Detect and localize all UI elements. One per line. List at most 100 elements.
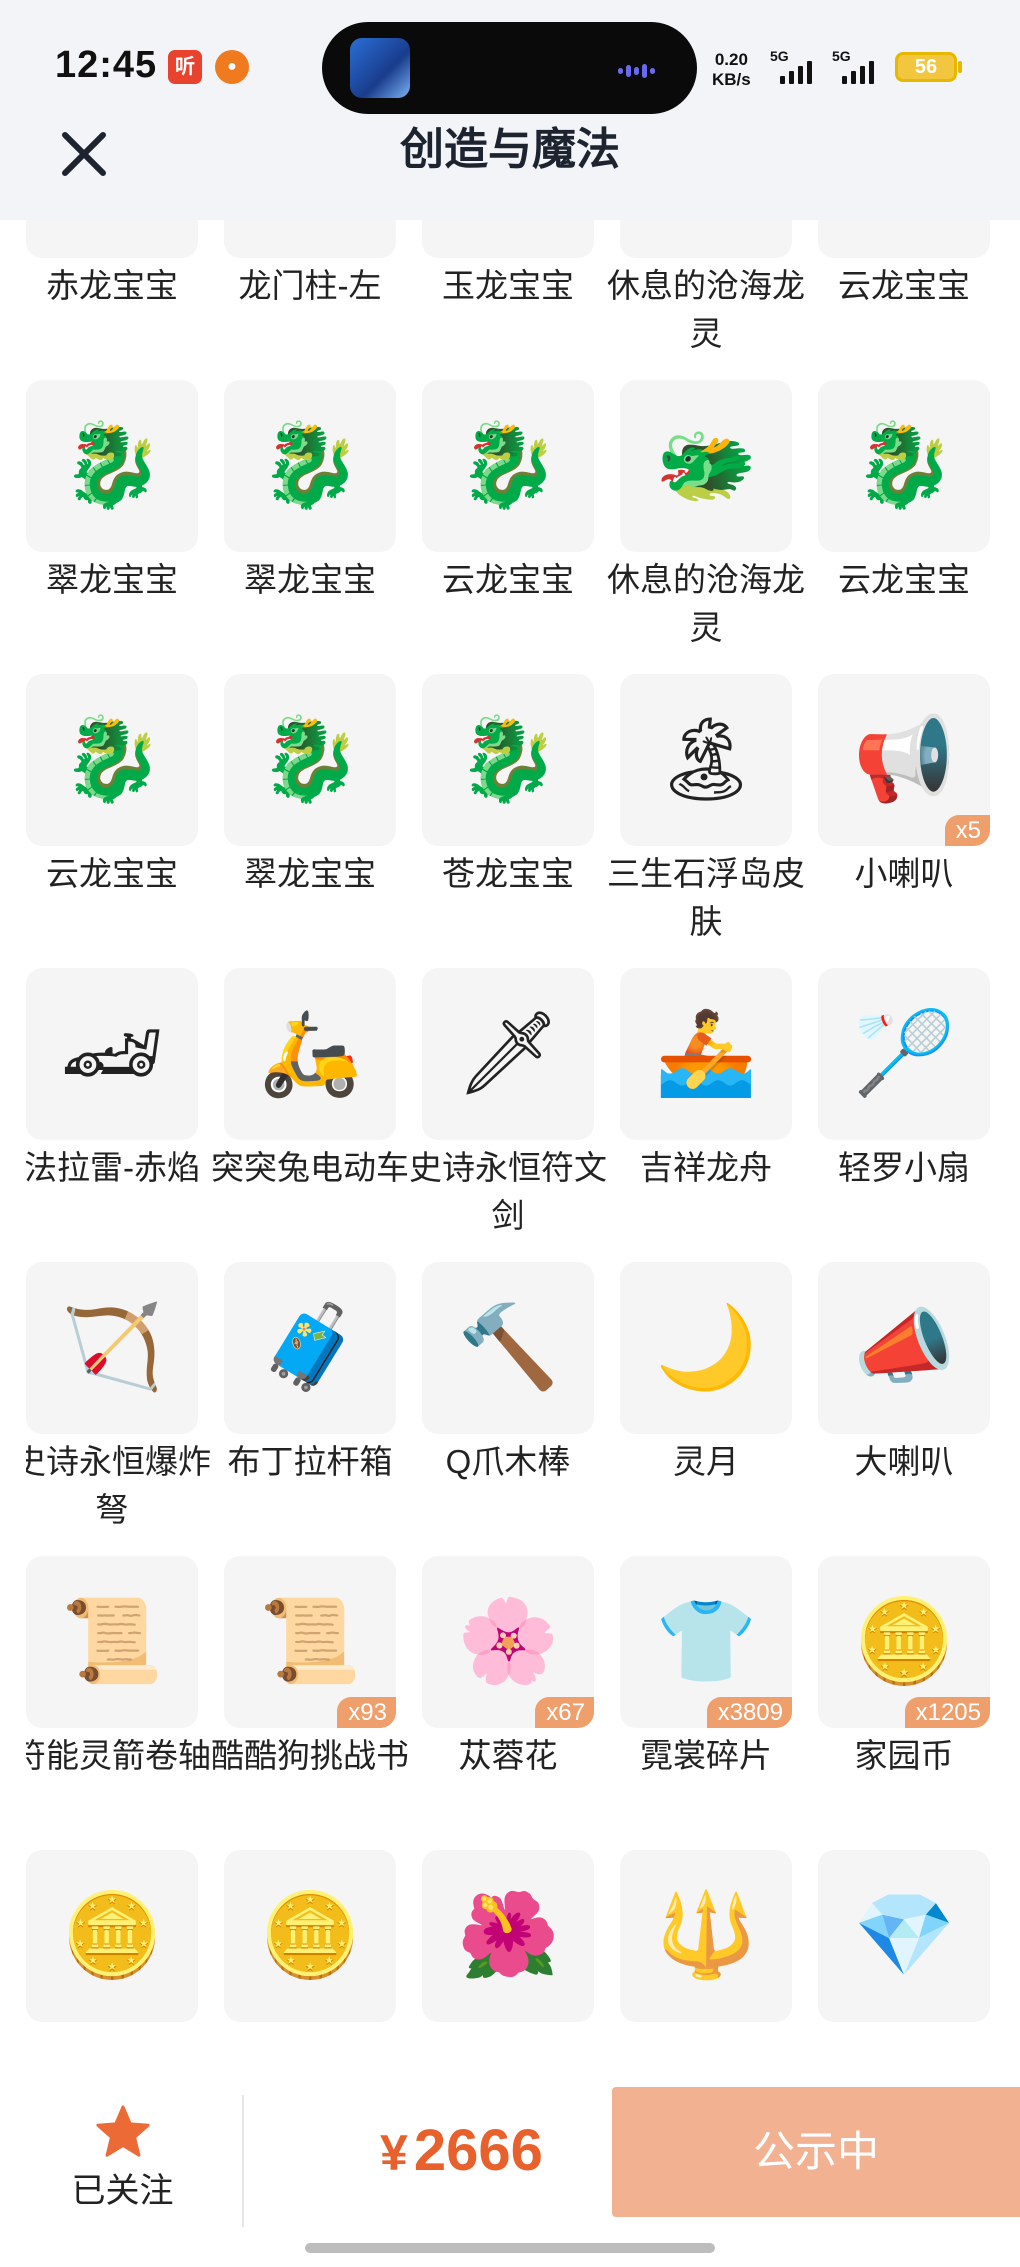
- item-card[interactable]: 💎: [818, 1850, 990, 2022]
- item-thumbnail: 🌺: [422, 1850, 594, 2022]
- item-name: 史诗永恒爆炸弩: [26, 1443, 211, 1528]
- item-image-icon: 📜: [258, 1596, 362, 1687]
- item-card[interactable]: 🔱: [620, 1850, 792, 2022]
- item-name: 龙门柱-左: [238, 267, 382, 304]
- item-quantity-badge: x67: [535, 1697, 594, 1728]
- audio-wave-icon: [618, 62, 668, 78]
- item-card[interactable]: 🐉 云龙宝宝: [422, 380, 594, 604]
- item-image-icon: 🚣: [654, 1008, 758, 1099]
- item-name: 吉祥龙舟: [640, 1149, 772, 1186]
- item-card[interactable]: 🌺: [422, 1850, 594, 2022]
- item-thumbnail: 📢 x5: [818, 674, 990, 846]
- item-card[interactable]: 🐉 云龙宝宝: [26, 674, 198, 898]
- battery-level: 56: [914, 56, 938, 78]
- item-card[interactable]: 📜 x93 酷酷狗挑战书: [211, 1556, 409, 1780]
- item-name: 布丁拉杆箱: [227, 1443, 393, 1480]
- item-card[interactable]: 🏝 三生石浮岛皮肤: [607, 674, 805, 946]
- item-card[interactable]: 🚣 吉祥龙舟: [620, 968, 792, 1192]
- item-card[interactable]: 🐉 苍龙宝宝: [422, 674, 594, 898]
- item-image-icon: 🛵: [258, 1008, 362, 1099]
- item-card[interactable]: 🪙: [26, 1850, 198, 2022]
- item-card[interactable]: 🐲 休息的沧海龙灵: [607, 220, 805, 358]
- item-thumbnail: 🐉: [224, 380, 396, 552]
- item-card[interactable]: 🪙: [224, 1850, 396, 2022]
- item-image-icon: 🐉: [60, 714, 164, 805]
- bottom-action-bar: 已关注 ¥2666 公示中: [0, 2085, 1020, 2267]
- item-name: 酷酷狗挑战书: [211, 1737, 409, 1774]
- listen-app-icon: 听: [168, 50, 202, 84]
- item-name: 休息的沧海龙灵: [607, 561, 805, 646]
- item-card[interactable]: 🐉 云龙宝宝: [818, 380, 990, 604]
- status-bar: 12:45 听 ● 0.20 KB/s 5G 5G 56: [0, 0, 1020, 125]
- item-image-icon: 📣: [852, 1302, 956, 1393]
- item-image-icon: 🐉: [258, 420, 362, 511]
- item-card[interactable]: 🐲 休息的沧海龙灵: [607, 380, 805, 652]
- item-card[interactable]: 🏮 龙门柱-左: [224, 220, 396, 310]
- item-thumbnail: 🏎: [26, 968, 198, 1140]
- item-image-icon: 🌙: [654, 1302, 758, 1393]
- item-card[interactable]: 🗡 史诗永恒符文剑: [409, 968, 607, 1240]
- item-image-icon: 🔱: [654, 1890, 758, 1981]
- item-name: 翠龙宝宝: [244, 561, 376, 598]
- divider: [242, 2095, 244, 2227]
- item-card[interactable]: 🌸 x67 苁蓉花: [422, 1556, 594, 1780]
- item-image-icon: 🗡: [455, 1008, 561, 1099]
- item-image-icon: 🐉: [456, 714, 560, 805]
- item-image-icon: 🏝: [653, 714, 759, 805]
- items-grid: 🐉赤龙宝宝🏮龙门柱-左🐉玉龙宝宝🐲休息的沧海龙灵🐉云龙宝宝🐉翠龙宝宝🐉翠龙宝宝🐉…: [26, 220, 1001, 2085]
- signal-bars-icon: [770, 60, 822, 84]
- item-name: 小喇叭: [854, 855, 954, 892]
- item-thumbnail: 🐉: [224, 674, 396, 846]
- item-name: 云龙宝宝: [838, 561, 970, 598]
- follow-button[interactable]: 已关注: [50, 2103, 195, 2212]
- item-card[interactable]: 🧳 布丁拉杆箱: [224, 1262, 396, 1486]
- publish-status-button[interactable]: 公示中: [612, 2087, 1020, 2217]
- item-card[interactable]: 👕 x3809 霓裳碎片: [620, 1556, 792, 1780]
- item-name: 符能灵箭卷轴: [26, 1737, 211, 1774]
- item-card[interactable]: 📜 符能灵箭卷轴: [26, 1556, 211, 1780]
- item-card[interactable]: 🏎 法拉雷-赤焰: [26, 968, 200, 1192]
- home-indicator: [305, 2243, 715, 2253]
- item-image-icon: 🐉: [258, 714, 362, 805]
- item-name: 大喇叭: [854, 1443, 954, 1480]
- item-card[interactable]: 🏸 轻罗小扇: [818, 968, 990, 1192]
- item-card[interactable]: 🏹 史诗永恒爆炸弩: [26, 1262, 211, 1534]
- item-card[interactable]: 🐉 翠龙宝宝: [224, 380, 396, 604]
- item-card[interactable]: 🛵 突突兔电动车: [211, 968, 409, 1192]
- price: ¥2666: [380, 2117, 543, 2184]
- item-image-icon: 🪙: [60, 1890, 164, 1981]
- item-quantity-badge: x5: [944, 815, 990, 846]
- item-image-icon: 🐲: [654, 420, 758, 511]
- item-card[interactable]: 📣 大喇叭: [818, 1262, 990, 1486]
- item-name: 霓裳碎片: [640, 1737, 772, 1774]
- price-value: 2666: [413, 2118, 543, 2183]
- item-card[interactable]: 🪙 x1205 家园币: [818, 1556, 990, 1780]
- item-name: 史诗永恒符文剑: [409, 1149, 607, 1234]
- item-thumbnail: 🐉: [26, 380, 198, 552]
- item-card[interactable]: 📢 x5 小喇叭: [818, 674, 990, 898]
- item-image-icon: 🪙: [258, 1890, 362, 1981]
- item-thumbnail: 🧳: [224, 1262, 396, 1434]
- item-image-icon: 🐉: [60, 420, 164, 511]
- item-thumbnail: 📜 x93: [224, 1556, 396, 1728]
- item-thumbnail: 🚣: [620, 968, 792, 1140]
- item-name: 玉龙宝宝: [442, 267, 574, 304]
- item-image-icon: 🏸: [852, 1008, 956, 1099]
- item-card[interactable]: 🔨 Q爪木棒: [422, 1262, 594, 1486]
- item-card[interactable]: 🐉 翠龙宝宝: [224, 674, 396, 898]
- item-name: 翠龙宝宝: [244, 855, 376, 892]
- item-name: 苍龙宝宝: [442, 855, 574, 892]
- item-thumbnail: 🐉: [422, 674, 594, 846]
- item-image-icon: 💎: [852, 1890, 956, 1981]
- item-card[interactable]: 🐉 赤龙宝宝: [26, 220, 198, 310]
- item-card[interactable]: 🌙 灵月: [620, 1262, 792, 1486]
- item-card[interactable]: 🐉 翠龙宝宝: [26, 380, 198, 604]
- item-thumbnail: 🐲: [620, 220, 792, 258]
- item-thumbnail: 🐉: [422, 220, 594, 258]
- item-name: 苁蓉花: [458, 1737, 558, 1774]
- item-thumbnail: 🏸: [818, 968, 990, 1140]
- item-card[interactable]: 🐉 云龙宝宝: [818, 220, 990, 310]
- item-card[interactable]: 🐉 玉龙宝宝: [422, 220, 594, 310]
- currency-symbol: ¥: [380, 2125, 408, 2181]
- item-thumbnail: 🔨: [422, 1262, 594, 1434]
